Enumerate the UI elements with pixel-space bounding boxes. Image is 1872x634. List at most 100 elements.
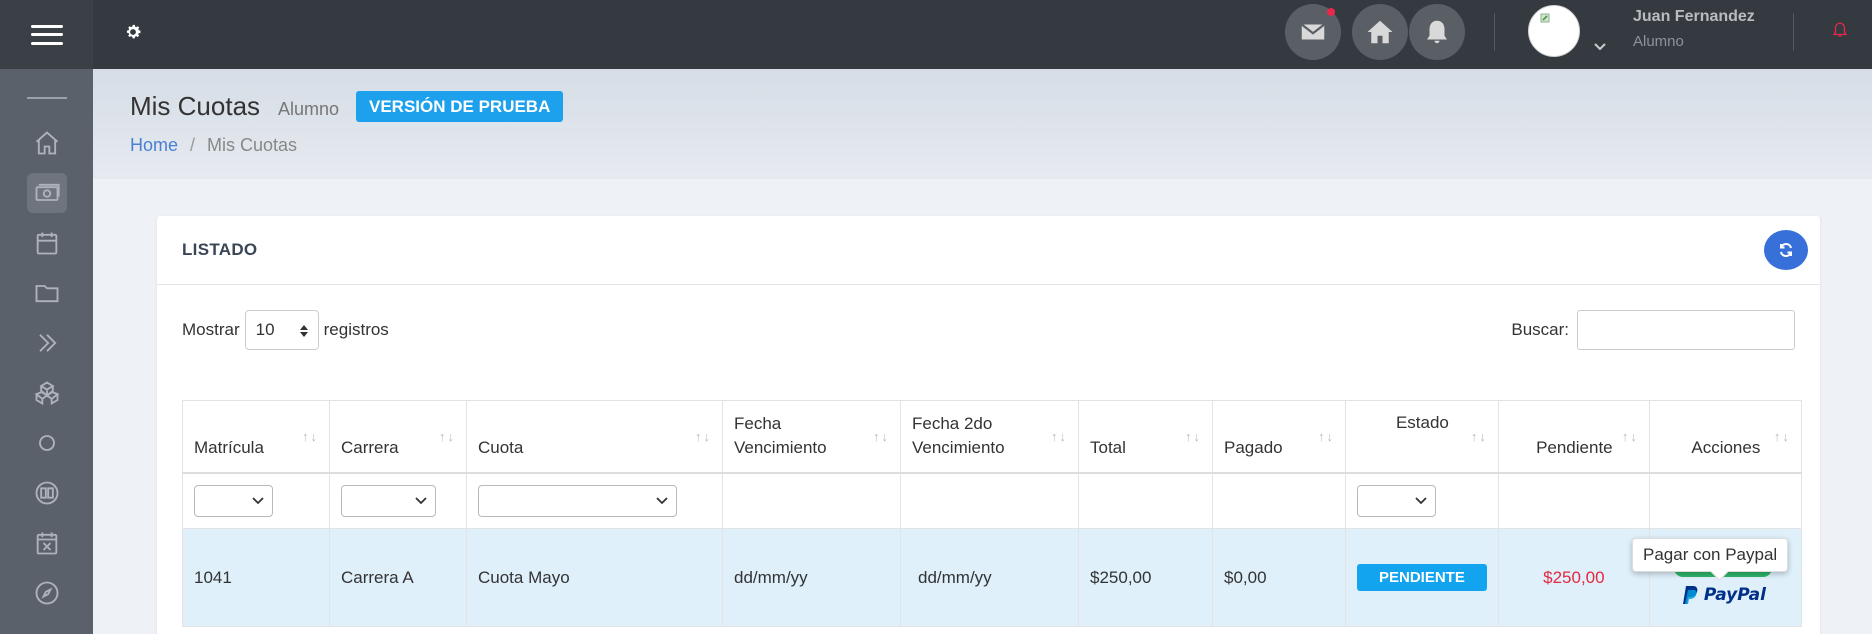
paypal-icon [1682, 586, 1698, 604]
page-length-value: 10 [255, 320, 275, 339]
col-header-pagado[interactable]: Pagado ↑↓ [1212, 400, 1346, 474]
circle-icon [38, 435, 55, 451]
col-header-acciones[interactable]: Acciones ↑↓ [1648, 400, 1802, 474]
cuotas-table: Matrícula ↑↓ Carrera ↑↓ Cuota ↑↓ Fecha Venci… [182, 400, 1802, 627]
avatar[interactable] [1528, 5, 1580, 57]
col-header-cuota[interactable]: Cuota ↑↓ [466, 400, 723, 474]
filter-carrera-select[interactable] [341, 484, 436, 517]
sidebar-item-circle[interactable] [27, 423, 67, 463]
mail-icon [1301, 23, 1325, 40]
calendar-icon [36, 232, 57, 255]
cell-total: $250,00 [1078, 528, 1213, 627]
refresh-icon [1780, 242, 1792, 258]
sort-arrows-icon: ↑↓ [1185, 429, 1202, 444]
compass-icon [35, 581, 58, 605]
paypal-button[interactable]: PayPal [1682, 585, 1766, 605]
page-length-select[interactable]: 10 [244, 310, 319, 350]
updown-icon [299, 325, 308, 337]
sidebar-item-calendar-x[interactable] [27, 523, 67, 563]
filter-matricula-select[interactable] [194, 484, 273, 517]
broken-image-icon [1540, 13, 1550, 23]
calendar-x-icon [36, 532, 57, 555]
sort-arrows-icon: ↑↓ [1051, 429, 1068, 444]
sidebar-item-book[interactable] [27, 473, 67, 513]
sort-arrows-icon: ↑↓ [1773, 429, 1791, 444]
sort-arrows-icon: ↑↓ [695, 429, 712, 444]
bell-small-icon[interactable] [1831, 21, 1849, 39]
sort-arrows-icon: ↑↓ [873, 429, 890, 444]
card-header: LISTADO [157, 216, 1820, 285]
page-subtitle: Alumno [278, 99, 340, 119]
cell-pagado: $0,00 [1212, 528, 1346, 627]
gear-icon[interactable] [123, 22, 143, 42]
sort-arrows-icon: ↑↓ [302, 429, 319, 444]
col-header-fecha-venc[interactable]: Fecha Vencimiento ↑↓ [722, 400, 901, 474]
sidebar-item-cubes[interactable] [27, 373, 67, 413]
page-header: Mis Cuotas Alumno VERSIÓN DE PRUEBA Home… [93, 69, 1872, 179]
breadcrumb-home-link[interactable]: Home [130, 135, 178, 155]
col-header-estado[interactable]: Estado ↑↓ [1345, 400, 1499, 474]
status-badge: PENDIENTE [1357, 564, 1487, 591]
divider [1793, 13, 1794, 51]
sidebar-item-calendar[interactable] [27, 223, 67, 263]
notifications-button[interactable] [1409, 4, 1465, 60]
chevron-down-icon [656, 497, 668, 505]
money-icon [35, 183, 60, 201]
col-header-pendiente[interactable]: Pendiente ↑↓ [1497, 400, 1650, 474]
sidebar-item-cuotas[interactable] [26, 173, 67, 213]
bell-icon [1427, 20, 1447, 44]
notification-dot [1327, 8, 1335, 16]
home-button[interactable] [1352, 4, 1408, 60]
col-header-matricula[interactable]: Matrícula ↑↓ [182, 400, 330, 474]
col-header-total[interactable]: Total ↑↓ [1078, 400, 1213, 474]
double-chevron-icon [38, 334, 56, 352]
filter-row [182, 472, 1802, 529]
sort-arrows-icon: ↑↓ [1318, 429, 1335, 444]
col-header-fecha-2do[interactable]: Fecha 2do Vencimiento ↑↓ [900, 400, 1079, 474]
page-title: Mis Cuotas [130, 91, 261, 121]
folder-icon [35, 285, 58, 303]
col-header-carrera[interactable]: Carrera ↑↓ [329, 400, 467, 474]
cell-fecha-2do: dd/mm/yy [900, 528, 1079, 627]
breadcrumb-current: Mis Cuotas [207, 135, 298, 155]
sidebar-item-folder[interactable] [27, 273, 67, 313]
breadcrumb-separator: / [190, 135, 196, 155]
cubes-icon [34, 381, 59, 406]
paypal-wordmark: PayPal [1703, 585, 1766, 605]
filter-cuota-select[interactable] [478, 484, 677, 517]
sidebar-item-forward[interactable] [27, 323, 67, 363]
topbar: Juan Fernandez Alumno [93, 0, 1872, 69]
user-name[interactable]: Juan Fernandez [1633, 8, 1755, 26]
book-icon [35, 481, 58, 505]
sort-arrows-icon: ↑↓ [1621, 429, 1639, 444]
chevron-down-icon [415, 497, 427, 505]
records-label: registros [323, 320, 389, 339]
paypal-tooltip: Pagar con Paypal [1632, 538, 1789, 572]
chevron-down-icon[interactable] [1593, 40, 1607, 54]
table-row[interactable]: 1041 Carrera A Cuota Mayo dd/mm/yy dd/mm… [182, 528, 1802, 627]
sidebar-divider [26, 97, 67, 99]
cell-fecha-venc: dd/mm/yy [722, 528, 901, 627]
sort-arrows-icon: ↑↓ [439, 429, 456, 444]
listado-card: LISTADO Mostrar 10 registros Buscar: Mat… [157, 216, 1820, 634]
filter-estado-select[interactable] [1357, 484, 1436, 517]
user-role: Alumno [1633, 33, 1684, 50]
hamburger-menu-icon[interactable] [30, 24, 63, 45]
chevron-down-icon [252, 497, 264, 505]
divider [1494, 13, 1495, 51]
cell-matricula: 1041 [182, 528, 330, 627]
sort-arrows-icon: ↑↓ [1470, 429, 1488, 444]
cell-pendiente: $250,00 [1497, 528, 1650, 627]
search-input[interactable] [1577, 310, 1795, 350]
card-title: LISTADO [182, 240, 258, 259]
sidebar-item-compass[interactable] [27, 573, 67, 613]
refresh-button[interactable] [1764, 230, 1808, 270]
home-icon [1367, 20, 1393, 44]
mail-button[interactable] [1285, 4, 1341, 60]
search-label: Buscar: [1511, 320, 1569, 339]
sidebar [0, 0, 93, 634]
sidebar-top [0, 0, 93, 69]
sidebar-item-home[interactable] [27, 123, 67, 163]
cell-cuota: Cuota Mayo [466, 528, 723, 627]
home-icon [35, 131, 58, 155]
